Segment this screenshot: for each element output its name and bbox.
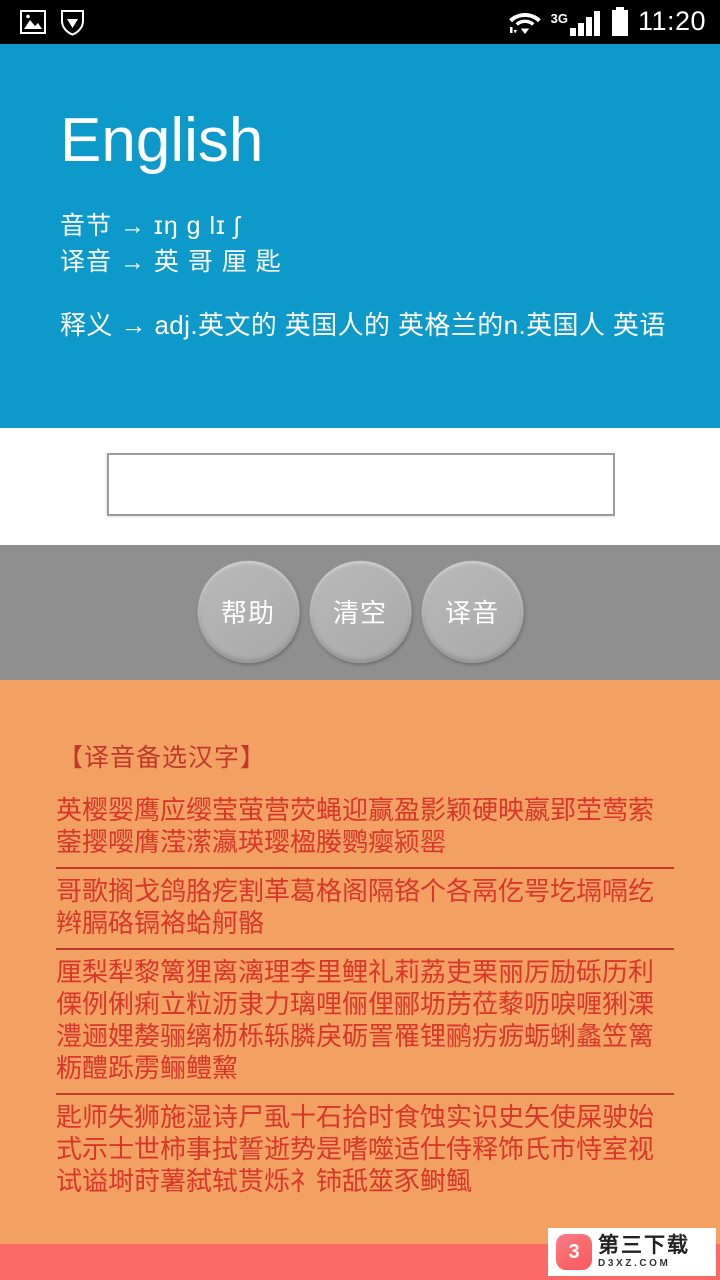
wifi-icon [508, 8, 542, 36]
syllable-line: 音节 → ɪŋ g lɪ ʃ [60, 212, 241, 240]
candidate-groups-list: 英樱婴鹰应缨莹萤营荧蝇迎赢盈影颖硬映嬴郢茔莺萦蓥撄嘤膺滢潆瀛瑛璎楹媵鹦瘿颍罂 哥… [56, 788, 674, 1206]
watermark-en-label: D3XZ.COM [598, 1258, 671, 1269]
candidate-group-text: 厘梨犁黎篱狸离漓理李里鲤礼莉荔吏栗丽厉励砾历利傈例俐痢立粒沥隶力璃哩俪俚郦坜苈莅… [56, 957, 655, 1083]
candidate-group[interactable]: 英樱婴鹰应缨莹萤营荧蝇迎赢盈影颖硬映嬴郢茔莺萦蓥撄嘤膺滢潆瀛瑛璎楹媵鹦瘿颍罂 [56, 788, 674, 869]
clock: 11:20 [637, 5, 706, 36]
candidate-characters-panel: 【译音备选汉字】 英樱婴鹰应缨莹萤营荧蝇迎赢盈影颖硬映嬴郢茔莺萦蓥撄嘤膺滢潆瀛瑛… [0, 680, 720, 1244]
shield-icon [60, 9, 85, 36]
page-title: English [60, 106, 264, 175]
clear-button[interactable]: 清空 [308, 560, 412, 663]
transliterate-button[interactable]: 译音 [420, 560, 524, 663]
candidate-group[interactable]: 哥歌搁戈鸽胳疙割革葛格阁隔铬个各鬲仡咢圪塥嗝纥辫膈硌镉袼蛤舸骼 [56, 869, 674, 950]
status-bar-right-icons: 3G 11:20 [508, 7, 720, 37]
word-input[interactable] [107, 453, 615, 516]
candidate-group[interactable]: 匙师失狮施湿诗尸虱十石拾时食蚀实识史矢使屎驶始式示士世柿事拭誓逝势是嗜噬适仕侍释… [56, 1095, 674, 1206]
candidate-group-text: 英樱婴鹰应缨莹萤营荧蝇迎赢盈影颖硬映嬴郢茔莺萦蓥撄嘤膺滢潆瀛瑛璎楹媵鹦瘿颍罂 [56, 795, 655, 857]
watermark: 3 第三下载 D3XZ.COM [548, 1228, 716, 1276]
candidate-group-text: 哥歌搁戈鸽胳疙割革葛格阁隔铬个各鬲仡咢圪塥嗝纥辫膈硌镉袼蛤舸骼 [56, 876, 655, 938]
image-icon [20, 10, 46, 34]
watermark-cn-label: 第三下载 [598, 1234, 690, 1257]
signal-icon: 3G [551, 8, 602, 36]
candidate-group-text: 匙师失狮施湿诗尸虱十石拾时食蚀实识史矢使屎驶始式示士世柿事拭誓逝势是嗜噬适仕侍释… [56, 1102, 655, 1196]
app-screen: 3G 11:20 English 音节 → ɪŋ g lɪ ʃ 译音 → 英 哥… [0, 0, 720, 1280]
input-area [0, 428, 720, 545]
status-bar: 3G 11:20 [0, 0, 720, 44]
phonetics-block: 音节 → ɪŋ g lɪ ʃ 译音 → 英 哥 厘 匙 [60, 208, 282, 280]
definition-block: 释义 → adj.英文的 英国人的 英格兰的n.英国人 英语 [60, 306, 678, 344]
status-bar-left-icons [0, 9, 85, 36]
candidate-group[interactable]: 厘梨犁黎篱狸离漓理李里鲤礼莉荔吏栗丽厉励砾历利傈例俐痢立粒沥隶力璃哩俪俚郦坜苈莅… [56, 950, 674, 1095]
button-bar: 帮助 清空 译音 [0, 545, 720, 680]
battery-icon [611, 7, 629, 37]
watermark-mark: 3 [568, 1240, 580, 1263]
watermark-logo-icon: 3 [556, 1234, 592, 1270]
results-title: 【译音备选汉字】 [58, 744, 267, 772]
word-header-panel: English 音节 → ɪŋ g lɪ ʃ 译音 → 英 哥 厘 匙 释义 →… [0, 44, 720, 428]
button-row: 帮助 清空 译音 [0, 560, 720, 663]
transliteration-line: 译音 → 英 哥 厘 匙 [60, 248, 282, 276]
help-button[interactable]: 帮助 [196, 560, 300, 663]
definition-line: 释义 → adj.英文的 英国人的 英格兰的n.英国人 英语 [60, 310, 666, 340]
watermark-text: 第三下载 D3XZ.COM [598, 1235, 690, 1269]
network-type-label: 3G [550, 11, 568, 26]
